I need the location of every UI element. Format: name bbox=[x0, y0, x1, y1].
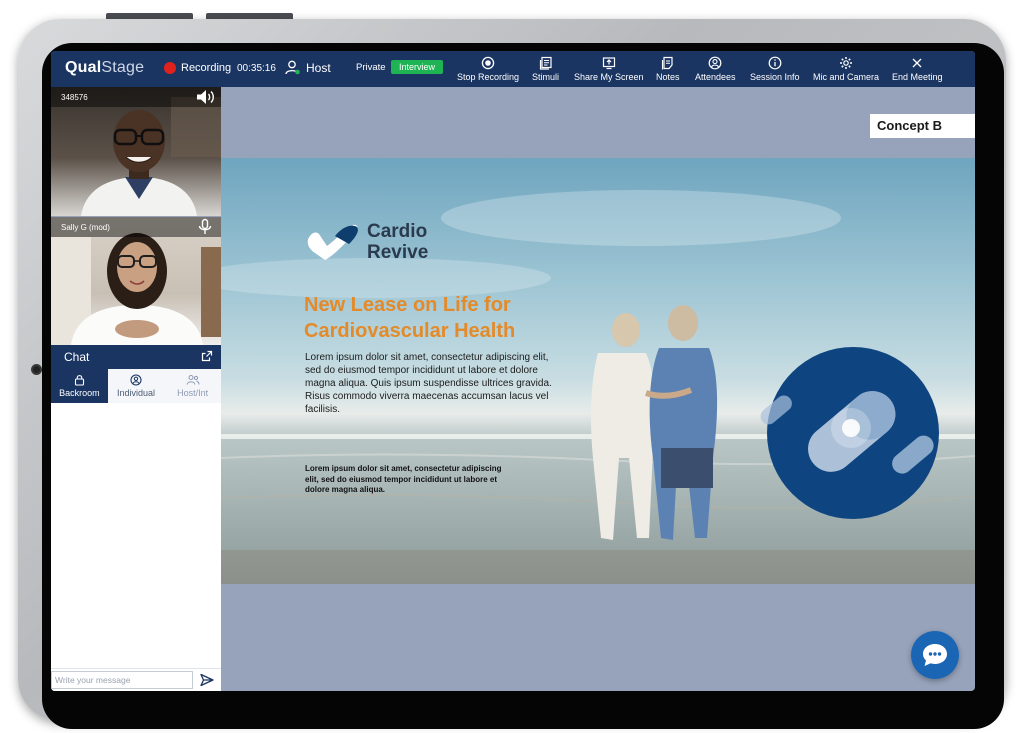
info-icon bbox=[768, 56, 782, 70]
user-icon bbox=[130, 374, 142, 386]
stop-recording-label: Stop Recording bbox=[457, 72, 520, 82]
end-meeting-button[interactable]: End Meeting bbox=[892, 54, 943, 82]
tab-backroom[interactable]: Backroom bbox=[51, 369, 108, 403]
role-indicator: Host bbox=[285, 60, 331, 75]
headline-line2: Cardiovascular Health bbox=[304, 320, 516, 342]
heart-check-logo-icon bbox=[307, 224, 358, 260]
recording-label: Recording bbox=[181, 62, 232, 74]
app-screen: QualStage Recording 00:35:16 Host Privat… bbox=[51, 51, 975, 691]
brand-lockup: Cardio Revive bbox=[305, 221, 428, 263]
brand-name-line1: Cardio bbox=[367, 221, 428, 242]
video-tile-moderator[interactable]: Sally G (mod) bbox=[51, 217, 221, 345]
participant-id: 348576 bbox=[61, 93, 88, 102]
attendees-label: Attendees bbox=[695, 72, 736, 82]
stimuli-button[interactable]: Stimuli bbox=[532, 54, 559, 82]
chat-tabs: Backroom Individual Host/Int bbox=[51, 369, 221, 403]
chat-bubble-icon bbox=[923, 644, 947, 666]
mic-camera-label: Mic and Camera bbox=[813, 72, 880, 82]
chat-header: Chat bbox=[51, 345, 221, 369]
top-bar: QualStage Recording 00:35:16 Host Privat… bbox=[51, 51, 975, 87]
tab-host-int[interactable]: Host/Int bbox=[164, 369, 221, 403]
tab-host-int-label: Host/Int bbox=[177, 388, 209, 398]
users-icon bbox=[186, 375, 200, 385]
stimulus-ad: Cardio Revive New Lease on Life for Card… bbox=[221, 158, 975, 584]
recording-indicator: Recording bbox=[164, 62, 231, 74]
session-type-badge: Interview bbox=[391, 60, 443, 74]
stop-recording-button[interactable]: Stop Recording bbox=[457, 54, 519, 82]
notes-label: Notes bbox=[656, 72, 680, 82]
lock-icon bbox=[74, 375, 84, 386]
gear-icon bbox=[840, 57, 853, 69]
ad-body-copy: Lorem ipsum dolor sit amet, consectetur … bbox=[305, 352, 552, 415]
stimuli-label: Stimuli bbox=[532, 72, 560, 82]
privacy-label: Private bbox=[356, 62, 386, 73]
ad-headline: New Lease on Life for Cardiovascular Hea… bbox=[304, 292, 634, 344]
concept-label: Concept B bbox=[870, 114, 975, 138]
video-tile-participant[interactable]: 348576 bbox=[51, 87, 221, 216]
mic-camera-button[interactable]: Mic and Camera bbox=[813, 54, 879, 82]
chat-composer bbox=[51, 668, 221, 691]
notes-icon bbox=[661, 56, 673, 70]
pop-out-icon[interactable] bbox=[201, 350, 213, 362]
chat-message-input[interactable] bbox=[51, 671, 193, 689]
notes-button[interactable]: Notes bbox=[656, 54, 680, 82]
moderator-name: Sally G (mod) bbox=[61, 223, 110, 232]
role-label: Host bbox=[306, 60, 331, 75]
chat-messages bbox=[51, 403, 221, 691]
attendees-icon bbox=[708, 56, 722, 70]
mic-icon[interactable] bbox=[194, 218, 216, 236]
session-info-label: Session Info bbox=[750, 72, 800, 82]
stimuli-icon bbox=[539, 56, 552, 70]
tab-individual-label: Individual bbox=[116, 388, 156, 398]
attendees-button[interactable]: Attendees bbox=[695, 54, 736, 82]
headline-line1: New Lease on Life for bbox=[304, 294, 511, 316]
recording-dot-icon bbox=[164, 62, 176, 74]
share-screen-icon bbox=[602, 57, 615, 70]
tablet-camera bbox=[31, 364, 42, 375]
session-timer: 00:35:16 bbox=[237, 63, 276, 74]
speaker-icon[interactable] bbox=[194, 88, 216, 106]
tab-backroom-label: Backroom bbox=[59, 388, 100, 398]
brand-name-line2: Revive bbox=[367, 242, 429, 263]
send-icon[interactable] bbox=[199, 672, 215, 688]
tab-individual[interactable]: Individual bbox=[108, 369, 165, 403]
session-info-button[interactable]: Session Info bbox=[750, 54, 800, 82]
share-screen-label: Share My Screen bbox=[574, 72, 644, 82]
close-icon bbox=[912, 58, 922, 68]
user-online-icon bbox=[285, 60, 300, 75]
share-screen-button[interactable]: Share My Screen bbox=[574, 54, 644, 82]
ad-fine-print: Lorem ipsum dolor sit amet, consectetur … bbox=[305, 464, 502, 494]
end-meeting-label: End Meeting bbox=[892, 72, 943, 82]
chat-bubble-button[interactable] bbox=[911, 631, 959, 679]
record-icon bbox=[481, 56, 495, 70]
app-logo: QualStage bbox=[65, 59, 145, 76]
chat-title: Chat bbox=[64, 350, 90, 364]
